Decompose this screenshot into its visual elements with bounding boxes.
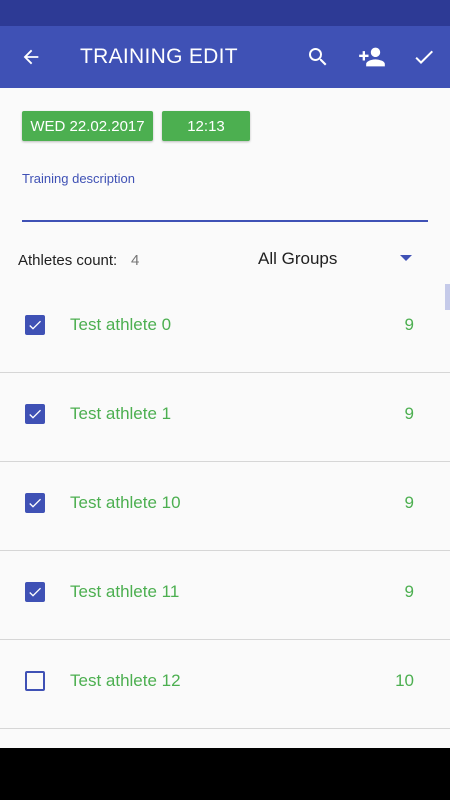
- checkmark-icon: [29, 498, 41, 508]
- athlete-row[interactable]: Test athlete 1 9: [0, 373, 450, 462]
- description-label: Training description: [22, 171, 135, 186]
- date-button[interactable]: WED 22.02.2017: [22, 111, 153, 141]
- system-nav-bar: [0, 748, 450, 800]
- athlete-row[interactable]: Test athlete 12 10: [0, 640, 450, 729]
- dropdown-arrow-icon[interactable]: [400, 255, 412, 261]
- athlete-checkbox[interactable]: [25, 315, 45, 335]
- athlete-score: 10: [395, 671, 414, 690]
- athlete-row[interactable]: Test athlete 10 9: [0, 462, 450, 551]
- search-icon: [309, 48, 327, 66]
- athlete-score: 9: [404, 493, 414, 512]
- add-athlete-button[interactable]: [355, 40, 389, 74]
- athlete-name: Test athlete 10: [70, 493, 181, 512]
- athlete-row[interactable]: Test athlete 11 9: [0, 551, 450, 640]
- athlete-row[interactable]: Test athlete 0 9: [0, 284, 450, 373]
- status-bar: [0, 0, 450, 26]
- athletes-count-value: 4: [131, 252, 140, 269]
- training-form: WED 22.02.2017 12:13 Training descriptio…: [0, 88, 450, 748]
- athlete-name: Test athlete 1: [70, 404, 172, 423]
- athlete-score: 9: [404, 404, 414, 423]
- check-icon: [415, 50, 433, 64]
- add-person-icon: [359, 47, 385, 67]
- back-button[interactable]: [14, 40, 48, 74]
- athlete-checkbox[interactable]: [25, 404, 45, 424]
- athlete-name: Test athlete 11: [70, 582, 180, 601]
- athletes-count-label: Athletes count:: [18, 252, 118, 269]
- athlete-name: Test athlete 12: [70, 671, 181, 690]
- athlete-checkbox[interactable]: [25, 493, 45, 513]
- athlete-score: 9: [404, 582, 414, 601]
- arrow-back-icon: [23, 49, 39, 65]
- checkmark-icon: [29, 587, 41, 597]
- checkmark-icon: [29, 409, 41, 419]
- athlete-checkbox[interactable]: [25, 582, 45, 602]
- athlete-score: 9: [404, 315, 414, 334]
- save-button[interactable]: [407, 40, 441, 74]
- time-button[interactable]: 12:13: [162, 111, 250, 141]
- search-button[interactable]: [301, 40, 335, 74]
- athlete-checkbox[interactable]: [25, 671, 45, 691]
- page-title: TRAINING EDIT: [80, 45, 238, 68]
- checkmark-icon: [29, 320, 41, 330]
- group-filter-select[interactable]: All Groups: [258, 249, 337, 269]
- athlete-name: Test athlete 0: [70, 315, 172, 334]
- app-bar: TRAINING EDIT: [0, 26, 450, 88]
- description-input[interactable]: [22, 220, 428, 222]
